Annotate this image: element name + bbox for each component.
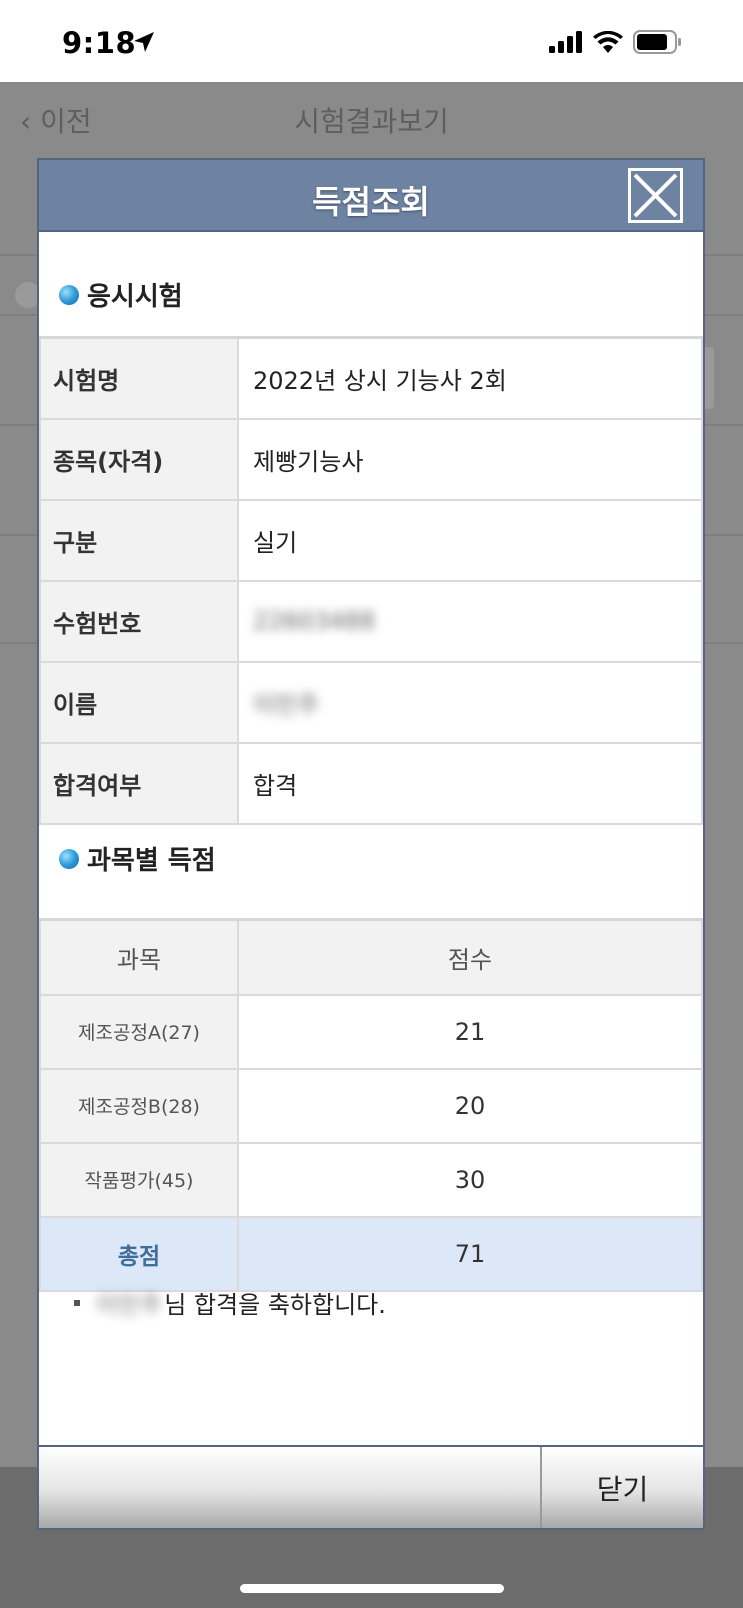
score-cell: 20 — [237, 1067, 703, 1144]
score-table: 과목 점수 제조공정A(27) 21 제조공정B(28) 20 작품평가(45)… — [39, 918, 703, 1292]
background-header: ‹ 이전 시험결과보기 — [0, 82, 743, 160]
footer-spacer — [39, 1447, 542, 1528]
close-icon-button[interactable] — [628, 168, 683, 223]
home-indicator[interactable] — [240, 1584, 504, 1593]
congrats-text: 님 합격을 축하합니다. — [164, 1291, 386, 1319]
score-dialog: 득점조회 응시시험 시험명 2022년 상시 기능사 2회 종목(자격) 제빵기… — [37, 158, 705, 1530]
info-value: 제빵기능사 — [237, 417, 703, 501]
total-label: 총점 — [39, 1215, 239, 1292]
section-scores-label: 과목별 득점 — [87, 846, 216, 876]
wifi-icon — [593, 31, 623, 53]
table-row: 종목(자격) 제빵기능사 — [39, 417, 703, 501]
table-row: 제조공정A(27) 21 — [39, 993, 703, 1070]
info-label: 합격여부 — [39, 741, 239, 825]
dialog-footer: 닫기 — [39, 1445, 703, 1528]
table-row: 합격여부 합격 — [39, 741, 703, 825]
score-cell: 21 — [237, 993, 703, 1070]
info-value: 2022년 상시 기능사 2회 — [237, 336, 703, 420]
exam-number-cell: 22603488 — [237, 579, 703, 663]
score-cell: 30 — [237, 1141, 703, 1218]
section-exam-title: 응시시험 — [59, 276, 183, 313]
name-value: 이민주 — [253, 690, 320, 719]
congrats-name: 이민주 — [96, 1291, 163, 1319]
total-row: 총점 71 — [39, 1215, 703, 1292]
table-row: 작품평가(45) 30 — [39, 1141, 703, 1218]
close-button[interactable]: 닫기 — [542, 1447, 703, 1528]
table-header-row: 과목 점수 — [39, 918, 703, 996]
status-bar: 9:18 — [0, 0, 743, 82]
battery-icon — [633, 30, 681, 54]
subject-cell: 작품평가(45) — [39, 1141, 239, 1218]
subject-cell: 제조공정B(28) — [39, 1067, 239, 1144]
exam-info-table: 시험명 2022년 상시 기능사 2회 종목(자격) 제빵기능사 구분 실기 수… — [39, 336, 703, 825]
dialog-header: 득점조회 — [39, 160, 703, 232]
info-label: 시험명 — [39, 336, 239, 420]
subject-cell: 제조공정A(27) — [39, 993, 239, 1070]
location-arrow-icon — [134, 32, 154, 52]
table-row: 수험번호 22603488 — [39, 579, 703, 663]
bullet-square-icon — [74, 1299, 80, 1306]
congratulation-message: 이민주 님 합격을 축하합니다. — [74, 1285, 386, 1320]
name-cell: 이민주 — [237, 660, 703, 744]
table-row: 구분 실기 — [39, 498, 703, 582]
bullet-icon — [59, 848, 79, 869]
info-value: 실기 — [237, 498, 703, 582]
info-label: 수험번호 — [39, 579, 239, 663]
close-icon — [633, 173, 678, 218]
table-row: 이름 이민주 — [39, 660, 703, 744]
background-title: 시험결과보기 — [294, 105, 449, 138]
status-time: 9:18 — [62, 26, 137, 60]
info-label: 이름 — [39, 660, 239, 744]
column-header-score: 점수 — [237, 918, 703, 996]
table-row: 제조공정B(28) 20 — [39, 1067, 703, 1144]
column-header-subject: 과목 — [39, 918, 239, 996]
section-exam-label: 응시시험 — [87, 282, 183, 312]
dialog-title: 득점조회 — [312, 183, 430, 221]
info-value: 합격 — [237, 741, 703, 825]
bullet-icon — [59, 284, 79, 305]
table-row: 시험명 2022년 상시 기능사 2회 — [39, 336, 703, 420]
info-label: 구분 — [39, 498, 239, 582]
exam-number-value: 22603488 — [253, 607, 376, 635]
cellular-signal-icon — [549, 31, 582, 53]
info-label: 종목(자격) — [39, 417, 239, 501]
total-score: 71 — [237, 1215, 703, 1292]
section-scores-title: 과목별 득점 — [59, 840, 216, 877]
